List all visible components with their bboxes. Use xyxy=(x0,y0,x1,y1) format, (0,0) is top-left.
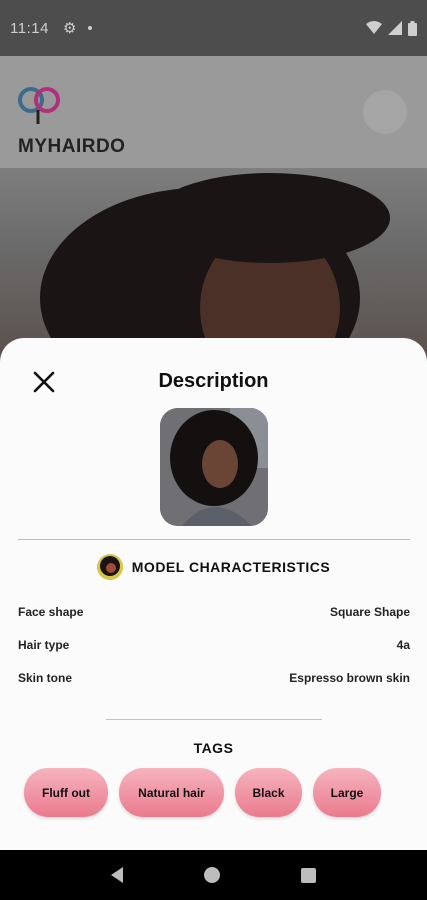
attribute-row-face-shape: Face shape Square Shape xyxy=(18,605,410,619)
hairstyle-photo xyxy=(0,168,427,356)
model-avatar xyxy=(96,554,123,580)
attribute-value: Espresso brown skin xyxy=(289,671,410,685)
tags-title: TAGS xyxy=(193,740,234,756)
tag-natural-hair[interactable]: Natural hair xyxy=(119,768,224,817)
system-nav-bar xyxy=(0,850,427,900)
recents-square-icon[interactable] xyxy=(301,867,317,883)
app-background: MYHAIRDO xyxy=(0,56,427,356)
attribute-row-hair-type: Hair type 4a xyxy=(18,638,410,652)
attribute-label: Skin tone xyxy=(18,671,73,685)
tag-fluff-out[interactable]: Fluff out xyxy=(24,768,108,817)
tag-large[interactable]: Large xyxy=(313,768,381,817)
section-divider xyxy=(18,539,410,540)
tags-list: Fluff out Natural hair Black Large xyxy=(24,768,381,817)
myhairdo-logo-icon xyxy=(18,87,60,124)
cell-signal-icon xyxy=(388,21,402,35)
description-sheet: Description MODEL CHARACTERISTICS Face s… xyxy=(0,338,427,850)
tags-divider xyxy=(106,719,322,720)
back-triangle-icon[interactable] xyxy=(110,867,123,883)
model-characteristics-header: MODEL CHARACTERISTICS xyxy=(0,554,427,580)
logo-text: MYHAIRDO xyxy=(18,136,126,157)
attribute-value: 4a xyxy=(396,638,410,652)
status-time: 11:14 xyxy=(10,19,49,37)
attribute-row-skin-tone: Skin tone Espresso brown skin xyxy=(18,671,410,685)
attribute-value: Square Shape xyxy=(329,605,410,619)
tag-black[interactable]: Black xyxy=(235,768,302,817)
attribute-label: Hair type xyxy=(18,638,70,652)
hairstyle-thumbnail xyxy=(160,408,268,526)
attribute-label: Face shape xyxy=(18,605,84,619)
app-header: MYHAIRDO xyxy=(0,56,427,168)
status-bar: 11:14 ⚙ xyxy=(0,0,427,56)
home-circle-icon[interactable] xyxy=(203,867,220,883)
settings-gear-icon: ⚙ xyxy=(62,20,77,37)
model-characteristics-title: MODEL CHARACTERISTICS xyxy=(131,559,331,575)
notification-dot-icon xyxy=(88,26,93,30)
status-icons xyxy=(366,20,417,36)
battery-icon xyxy=(408,20,417,36)
sheet-title: Description xyxy=(158,370,269,392)
wifi-icon xyxy=(366,21,382,34)
profile-icon[interactable] xyxy=(363,90,407,134)
